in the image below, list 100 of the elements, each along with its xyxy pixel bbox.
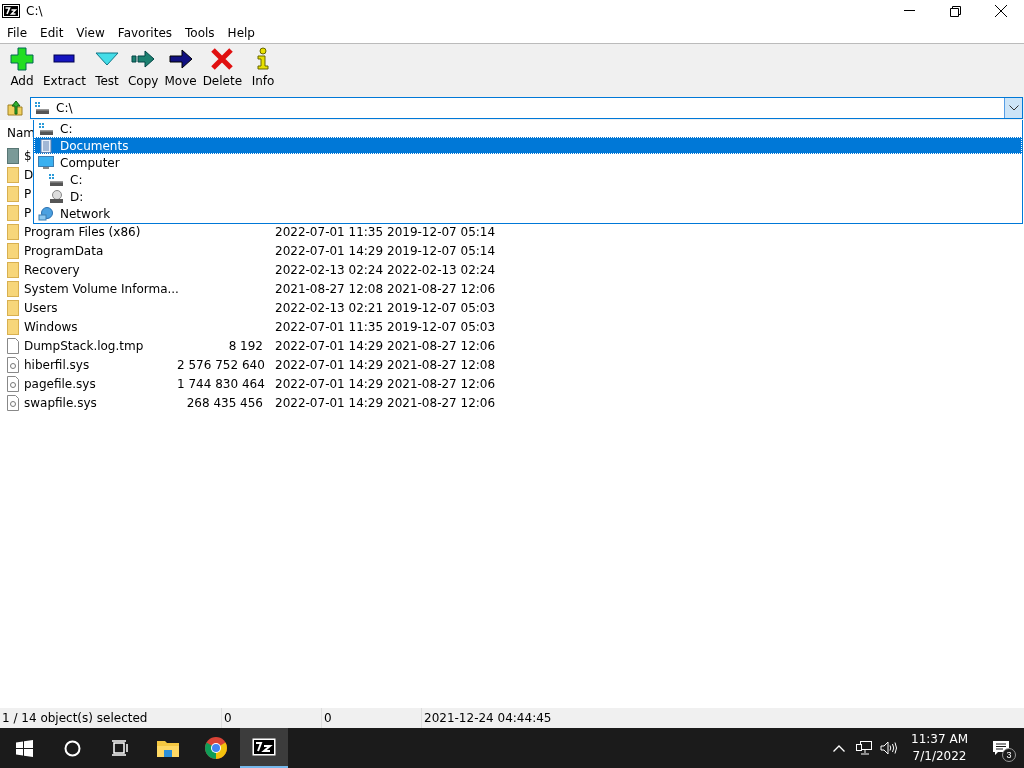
folder-icon <box>7 204 19 221</box>
file-size: 8 192 <box>228 338 263 353</box>
path-combo-box[interactable]: C:\ <box>30 97 1023 119</box>
menu-item[interactable]: Edit <box>33 25 70 40</box>
created-date: 2021-08-27 12:06 <box>387 281 496 296</box>
created-date: 2019-12-07 05:03 <box>387 319 496 334</box>
file-name[interactable]: D <box>24 167 34 182</box>
created-date: 2019-12-07 05:14 <box>387 243 496 258</box>
folder-up-icon <box>7 100 23 116</box>
folder-icon <box>157 739 179 757</box>
path-value: C:\ <box>56 101 73 115</box>
modified-date: 2021-08-27 12:08 <box>275 281 384 296</box>
modified-date: 2022-02-13 02:21 <box>275 300 384 315</box>
modified-date: 2022-07-01 14:29 <box>275 338 384 353</box>
window-title: C:\ <box>26 4 43 18</box>
arrow-icon <box>168 47 193 71</box>
menu-item[interactable]: Help <box>220 25 261 40</box>
dropdown-item[interactable]: C: <box>34 120 1022 137</box>
file-name[interactable]: Program Files (x86) <box>24 224 141 239</box>
created-date: 2019-12-07 05:14 <box>387 224 496 239</box>
file-name[interactable]: P <box>24 205 32 220</box>
network-icon <box>855 741 872 755</box>
toolbar-button[interactable]: Delete <box>199 46 246 89</box>
menu-item[interactable]: Tools <box>178 25 221 40</box>
dropdown-item[interactable]: D: <box>34 188 1022 205</box>
disc-drive-icon <box>48 189 64 204</box>
restore-icon <box>949 5 961 17</box>
modified-date: 2022-07-01 14:29 <box>275 357 384 372</box>
network-globe-icon <box>38 206 54 221</box>
arrow-icon <box>131 47 156 71</box>
status-text: 0 <box>324 711 332 725</box>
notification-count: 3 <box>1002 748 1016 762</box>
system-file-icon <box>7 394 19 411</box>
plus-icon <box>10 47 34 71</box>
chevron-up-icon <box>832 744 845 752</box>
file-name[interactable]: Recovery <box>24 262 80 277</box>
document-icon <box>38 138 54 153</box>
toolbar-button[interactable]: Info <box>245 46 282 89</box>
clock[interactable]: 11:37 AM 7/1/2022 <box>901 731 978 765</box>
toolbar-button[interactable]: Move <box>161 46 200 89</box>
dropdown-button[interactable] <box>1004 98 1022 118</box>
toolbar-button[interactable]: Add <box>4 46 40 89</box>
drive-icon <box>48 172 64 187</box>
menu-item[interactable]: Favorites <box>110 25 179 40</box>
created-date: 2021-08-27 12:06 <box>387 338 496 353</box>
system-file-icon <box>7 375 19 392</box>
created-date: 2021-08-27 12:08 <box>387 357 496 372</box>
modified-date: 2022-07-01 14:29 <box>275 243 384 258</box>
close-icon <box>995 5 1007 17</box>
modified-date: 2022-07-01 11:35 <box>275 224 384 239</box>
browser-icon <box>205 737 227 759</box>
delete-icon <box>210 47 235 71</box>
system-file-icon <box>7 356 19 373</box>
file-name[interactable]: Users <box>24 300 58 315</box>
folder-icon <box>7 261 19 278</box>
file-name[interactable]: P <box>24 186 32 201</box>
file-name[interactable]: System Volume Informa... <box>24 281 179 296</box>
chevron-down-icon <box>1008 105 1019 111</box>
created-date: 2021-08-27 12:06 <box>387 376 496 391</box>
created-date: 2022-02-13 02:24 <box>387 262 496 277</box>
file-size: 2 576 752 640 <box>177 357 265 372</box>
file-name[interactable]: Windows <box>24 319 78 334</box>
file-icon <box>7 337 19 354</box>
modified-date: 2022-02-13 02:24 <box>275 262 384 277</box>
folder-icon <box>7 280 19 297</box>
dropdown-item[interactable]: Computer <box>34 154 1022 171</box>
toolbar-button[interactable]: Copy <box>125 46 162 89</box>
folder-icon <box>7 242 19 259</box>
bin-icon <box>7 147 19 164</box>
dropdown-item[interactable]: C: <box>34 171 1022 188</box>
file-size: 1 744 830 464 <box>177 376 265 391</box>
drive-icon <box>38 121 54 136</box>
modified-date: 2022-07-01 11:35 <box>275 319 384 334</box>
dropdown-item[interactable]: Documents <box>34 137 1022 154</box>
speaker-icon <box>880 741 898 755</box>
menu-item[interactable]: File <box>0 25 34 40</box>
folder-icon <box>7 185 19 202</box>
notifications-button[interactable]: 3 <box>978 728 1024 768</box>
toolbar-button[interactable]: Test <box>89 46 125 89</box>
monitor-icon <box>38 155 54 170</box>
folder-icon <box>7 299 19 316</box>
minimize-icon <box>903 10 915 12</box>
dropdown-item[interactable]: Network <box>34 205 1022 222</box>
taskbar-app[interactable] <box>240 728 288 768</box>
folder-icon <box>7 223 19 240</box>
file-name[interactable]: pagefile.sys <box>24 376 96 391</box>
file-name[interactable]: swapfile.sys <box>24 395 97 410</box>
folder-icon <box>7 166 19 183</box>
file-name[interactable]: hiberfil.sys <box>24 357 90 372</box>
file-size: 268 435 456 <box>186 395 263 410</box>
modified-date: 2022-07-01 14:29 <box>275 395 384 410</box>
toolbar-button[interactable]: Extract <box>40 46 89 89</box>
file-name[interactable]: ProgramData <box>24 243 104 258</box>
file-name[interactable]: $ <box>24 148 32 163</box>
archive-app-icon <box>252 738 276 756</box>
folder-icon <box>7 318 19 335</box>
status-text: 2021-12-24 04:44:45 <box>424 711 552 725</box>
menu-item[interactable]: View <box>69 25 111 40</box>
file-name[interactable]: DumpStack.log.tmp <box>24 338 144 353</box>
status-text: 1 / 14 object(s) selected <box>2 711 148 725</box>
